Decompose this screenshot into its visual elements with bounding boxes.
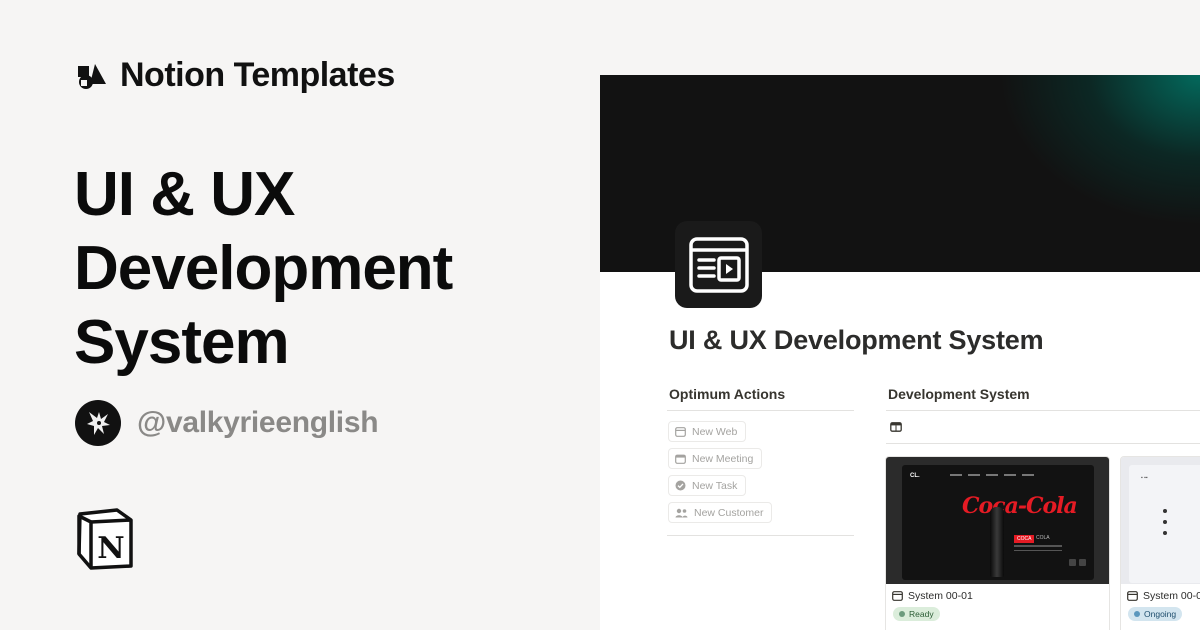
website-preview: CL. Coca-Cola COCA COLA (902, 465, 1094, 580)
notion-logo: N (75, 508, 135, 570)
hero-line-1: UI & UX (74, 160, 295, 229)
status-badge: Ready (893, 607, 940, 621)
author[interactable]: @valkyrieenglish (75, 400, 379, 446)
browser-icon (892, 591, 903, 601)
preview-badge: COCA (1014, 535, 1035, 543)
shapes-icon (76, 60, 108, 92)
valkyrie-avatar (75, 400, 121, 446)
notion-letter: N (97, 531, 124, 566)
card-title: System 00-0 (1121, 584, 1200, 602)
preview-brand-script: Coca-Cola (962, 493, 1078, 519)
card-title: System 00-01 (886, 584, 1109, 602)
development-system-heading: Development System (886, 384, 1200, 411)
new-web-label: New Web (692, 425, 738, 438)
gallery-view-tab[interactable] (886, 411, 1200, 444)
brand-label: Notion Templates (120, 56, 395, 94)
preview-arrows (1069, 559, 1086, 566)
gallery-card[interactable]: CL. Coca-Cola COCA COLA System 00-01 Rea… (885, 456, 1110, 630)
preview-logo: CL. (910, 473, 920, 479)
device-logo-mark: ▪ ▪▪ (1141, 475, 1148, 481)
card-cover-image: ▪ ▪▪ (1121, 457, 1200, 584)
people-icon (675, 508, 688, 517)
bottle-image (990, 507, 1004, 577)
browser-icon (675, 426, 686, 437)
card-cover-image: CL. Coca-Cola COCA COLA (886, 457, 1109, 584)
new-web-button[interactable]: New Web (668, 421, 747, 442)
notion-page-preview: UI & UX Development System Optimum Actio… (600, 75, 1200, 630)
preview-badge-text: COLA (1036, 535, 1050, 541)
hero-line-3: System (74, 308, 290, 377)
gallery-card[interactable]: ▪ ▪▪ System 00-0 Ongoing (1120, 456, 1200, 630)
gallery-view-icon (890, 422, 902, 432)
preview-nav (950, 474, 1034, 476)
new-meeting-label: New Meeting (692, 452, 754, 465)
card-title-text: System 00-0 (1143, 590, 1200, 602)
new-customer-button[interactable]: New Customer (668, 502, 773, 523)
status-badge: Ongoing (1128, 607, 1183, 621)
optimum-actions-section: Optimum Actions New Web New Meeting New … (667, 384, 854, 536)
hero-title: UI & UX Development System (74, 158, 554, 380)
card-title-text: System 00-01 (908, 590, 973, 602)
development-system-section: Development System (886, 384, 1200, 444)
brand-header: Notion Templates (76, 56, 395, 95)
new-task-label: New Task (692, 479, 738, 492)
status-label: Ongoing (1144, 609, 1177, 619)
page-title: UI & UX Development System (669, 325, 1044, 355)
calendar-icon (675, 454, 686, 464)
preview-text-lines (1014, 545, 1062, 554)
status-label: Ready (909, 609, 934, 619)
action-buttons: New Web New Meeting New Task New Custome… (667, 411, 854, 536)
video-window-icon[interactable] (675, 221, 762, 308)
author-handle[interactable]: @valkyrieenglish (137, 406, 379, 440)
new-task-button[interactable]: New Task (668, 475, 747, 496)
new-customer-label: New Customer (694, 506, 764, 519)
hero-line-2: Development (74, 234, 453, 303)
optimum-actions-heading: Optimum Actions (667, 384, 854, 411)
new-meeting-button[interactable]: New Meeting (668, 448, 763, 469)
device-preview: ▪ ▪▪ (1129, 465, 1200, 583)
check-circle-icon (675, 480, 686, 491)
browser-icon (1127, 591, 1138, 601)
